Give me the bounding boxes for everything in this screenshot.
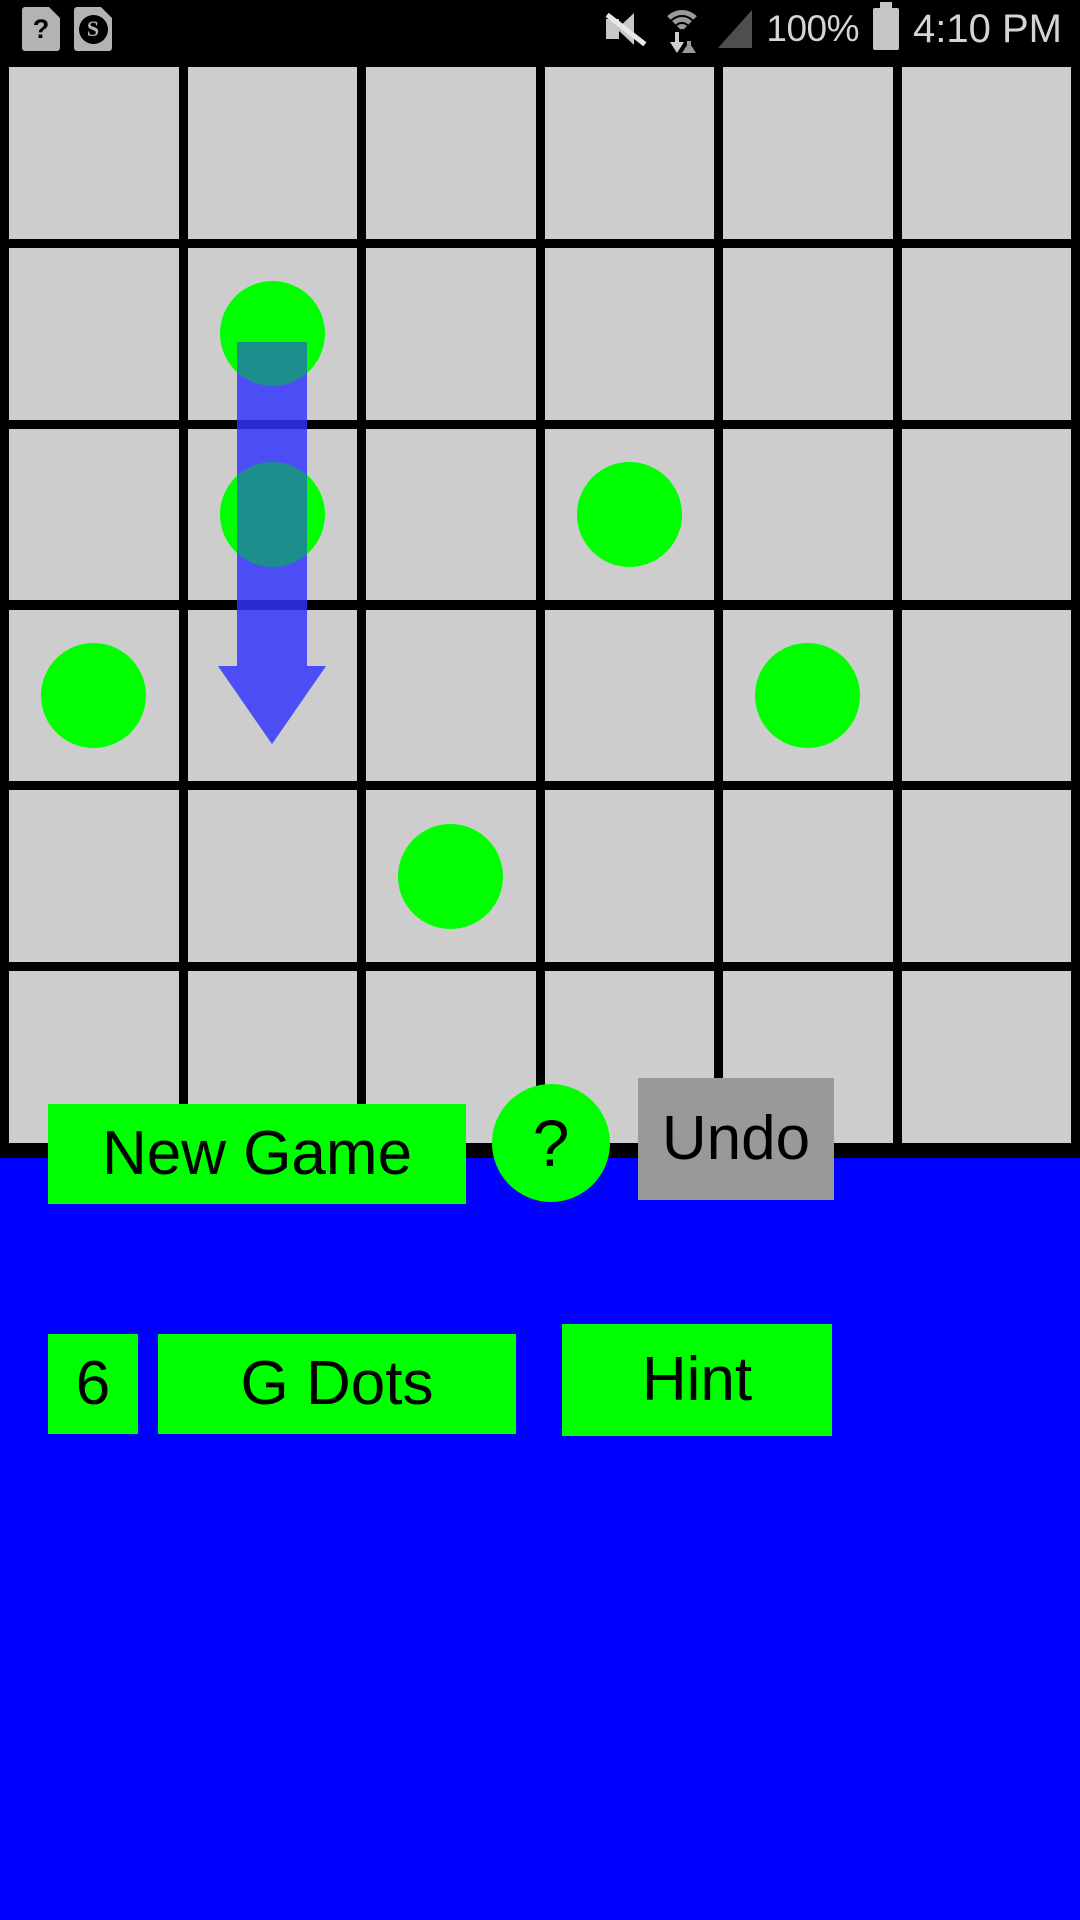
new-game-button[interactable]: New Game	[48, 1104, 466, 1204]
control-panel	[0, 1158, 1080, 1920]
help-doc-glyph: ?	[32, 13, 50, 44]
cell-signal-icon	[718, 10, 753, 48]
green-dot[interactable]	[398, 823, 504, 929]
battery-percent-label: 100%	[766, 8, 860, 49]
wifi-transfer-icon	[660, 8, 704, 53]
board-cell[interactable]	[901, 247, 1071, 420]
status-right-group: 100% 4:10 PM	[604, 2, 1062, 53]
board-cell[interactable]	[544, 609, 714, 782]
battery-full-icon	[873, 2, 900, 50]
board-cell[interactable]	[901, 790, 1071, 963]
board-cell[interactable]	[9, 428, 179, 601]
board-cell[interactable]	[544, 247, 714, 420]
board-cell[interactable]	[723, 428, 893, 601]
dot-count-button[interactable]: 6	[48, 1334, 138, 1434]
undo-button[interactable]: Undo	[638, 1078, 834, 1200]
board-cell[interactable]	[187, 67, 357, 239]
board-cell[interactable]	[901, 428, 1071, 601]
board-cell[interactable]	[544, 67, 714, 239]
board-cell[interactable]	[901, 67, 1071, 239]
game-board[interactable]	[0, 58, 1080, 1152]
board-cell[interactable]	[901, 609, 1071, 782]
board-cell[interactable]	[366, 609, 536, 782]
board-cell[interactable]	[723, 67, 893, 239]
board-cell[interactable]	[9, 790, 179, 963]
board-cell[interactable]	[723, 790, 893, 963]
board-cell[interactable]	[366, 247, 536, 420]
green-dot[interactable]	[755, 642, 861, 748]
board-cell[interactable]	[366, 428, 536, 601]
board-cell[interactable]	[544, 790, 714, 963]
help-doc-icon: ?	[22, 7, 60, 51]
status-bar: ? S 100% 4:10 PM	[0, 0, 1080, 58]
volume-mute-icon	[604, 10, 647, 48]
board-cell[interactable]	[901, 971, 1071, 1143]
board-cell[interactable]	[9, 247, 179, 420]
board-cell[interactable]	[366, 67, 536, 239]
green-dots-button[interactable]: G Dots	[158, 1334, 516, 1434]
move-arrow-head-overlay	[218, 665, 327, 744]
notification-icons: ? S	[22, 7, 112, 51]
s-doc-icon: S	[74, 7, 112, 51]
board-cell[interactable]	[187, 790, 357, 963]
board-cell[interactable]	[9, 67, 179, 239]
move-arrow-overlay	[237, 341, 308, 666]
hint-button[interactable]: Hint	[562, 1324, 832, 1436]
help-button[interactable]: ?	[492, 1084, 610, 1202]
s-doc-glyph: S	[78, 14, 108, 44]
app-screen: ? S 100% 4:10 PM New Game ? Undo 6 G Dot…	[0, 0, 1080, 1920]
green-dot[interactable]	[41, 642, 147, 748]
clock-label: 4:10 PM	[913, 6, 1062, 51]
board-cell[interactable]	[723, 247, 893, 420]
green-dot[interactable]	[576, 462, 682, 568]
